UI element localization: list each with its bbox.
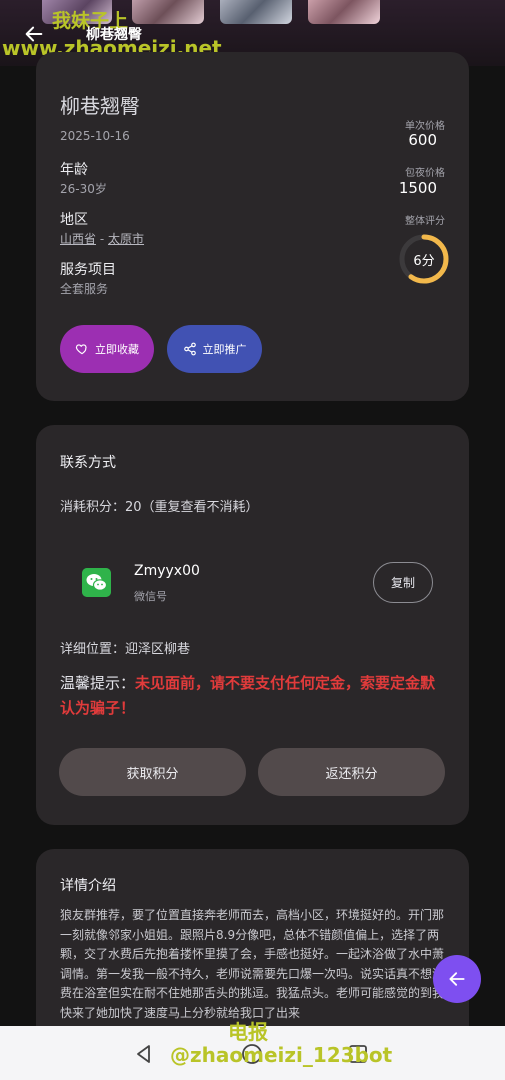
profile-card: 柳巷翘臀 2025-10-16 年龄 26-30岁 地区 山西省 - 太原市 服…	[36, 52, 469, 401]
service-label: 服务项目	[60, 262, 116, 278]
wechat-id: Zmyyx00	[134, 563, 200, 579]
night-price-value: 1500	[398, 179, 437, 197]
service-value: 全套服务	[60, 282, 109, 296]
details-text: 狼友群推荐，要了位置直接奔老师而去，高档小区，环境挺好的。开门那一刻就像邻家小姐…	[60, 908, 445, 1020]
age-value: 26-30岁	[60, 182, 107, 196]
share-button[interactable]: 立即推广	[167, 325, 262, 373]
location-text: 详细位置：迎泽区柳巷	[60, 642, 191, 657]
region-separator: -	[99, 232, 105, 246]
share-icon	[183, 342, 196, 356]
warning-label: 温馨提示：	[60, 674, 136, 692]
photo-thumbnail[interactable]	[132, 0, 204, 24]
watermark-telegram: 电报	[228, 1020, 268, 1044]
floating-back-button[interactable]	[433, 955, 481, 1003]
contact-card: 联系方式 消耗积分：20（重复查看不消耗） Zmyyx00 微信号 复制 详细位…	[36, 425, 469, 825]
heart-icon	[75, 344, 87, 355]
favorite-label: 立即收藏	[95, 343, 139, 356]
wechat-label: 微信号	[134, 590, 167, 603]
city-link[interactable]: 太原市	[108, 232, 144, 246]
profile-date: 2025-10-16	[60, 129, 130, 143]
photo-thumbnail[interactable]	[220, 0, 292, 24]
rating-label: 整体评分	[405, 216, 445, 227]
watermark-bot: @zhaomeizi_123bot	[170, 1043, 393, 1067]
arrow-left-icon	[449, 972, 465, 986]
details-title: 详情介绍	[60, 878, 116, 894]
warning-notice: 温馨提示：未见面前，请不要支付任何定金，索要定金默认为骗子！	[60, 671, 450, 721]
nav-back-icon[interactable]	[132, 1042, 156, 1066]
favorite-button[interactable]: 立即收藏	[60, 325, 154, 373]
share-label: 立即推广	[202, 343, 247, 356]
night-price-label: 包夜价格	[405, 168, 445, 179]
region-label: 地区	[60, 212, 88, 228]
rating-value: 6分	[413, 253, 435, 269]
province-link[interactable]: 山西省	[60, 232, 96, 246]
region-value: 山西省 - 太原市	[60, 230, 144, 247]
single-price-label: 单次价格	[405, 121, 445, 132]
photo-thumbnail[interactable]	[308, 0, 380, 24]
get-points-button[interactable]: 获取积分	[59, 748, 246, 796]
wechat-icon	[82, 568, 111, 597]
profile-name: 柳巷翘臀	[60, 94, 140, 118]
single-price-value: 600	[408, 131, 437, 149]
return-points-button[interactable]: 返还积分	[258, 748, 445, 796]
age-label: 年龄	[60, 162, 88, 178]
points-cost-text: 消耗积分：20（重复查看不消耗）	[60, 500, 259, 515]
copy-button[interactable]: 复制	[373, 562, 433, 603]
contact-title: 联系方式	[60, 455, 116, 471]
